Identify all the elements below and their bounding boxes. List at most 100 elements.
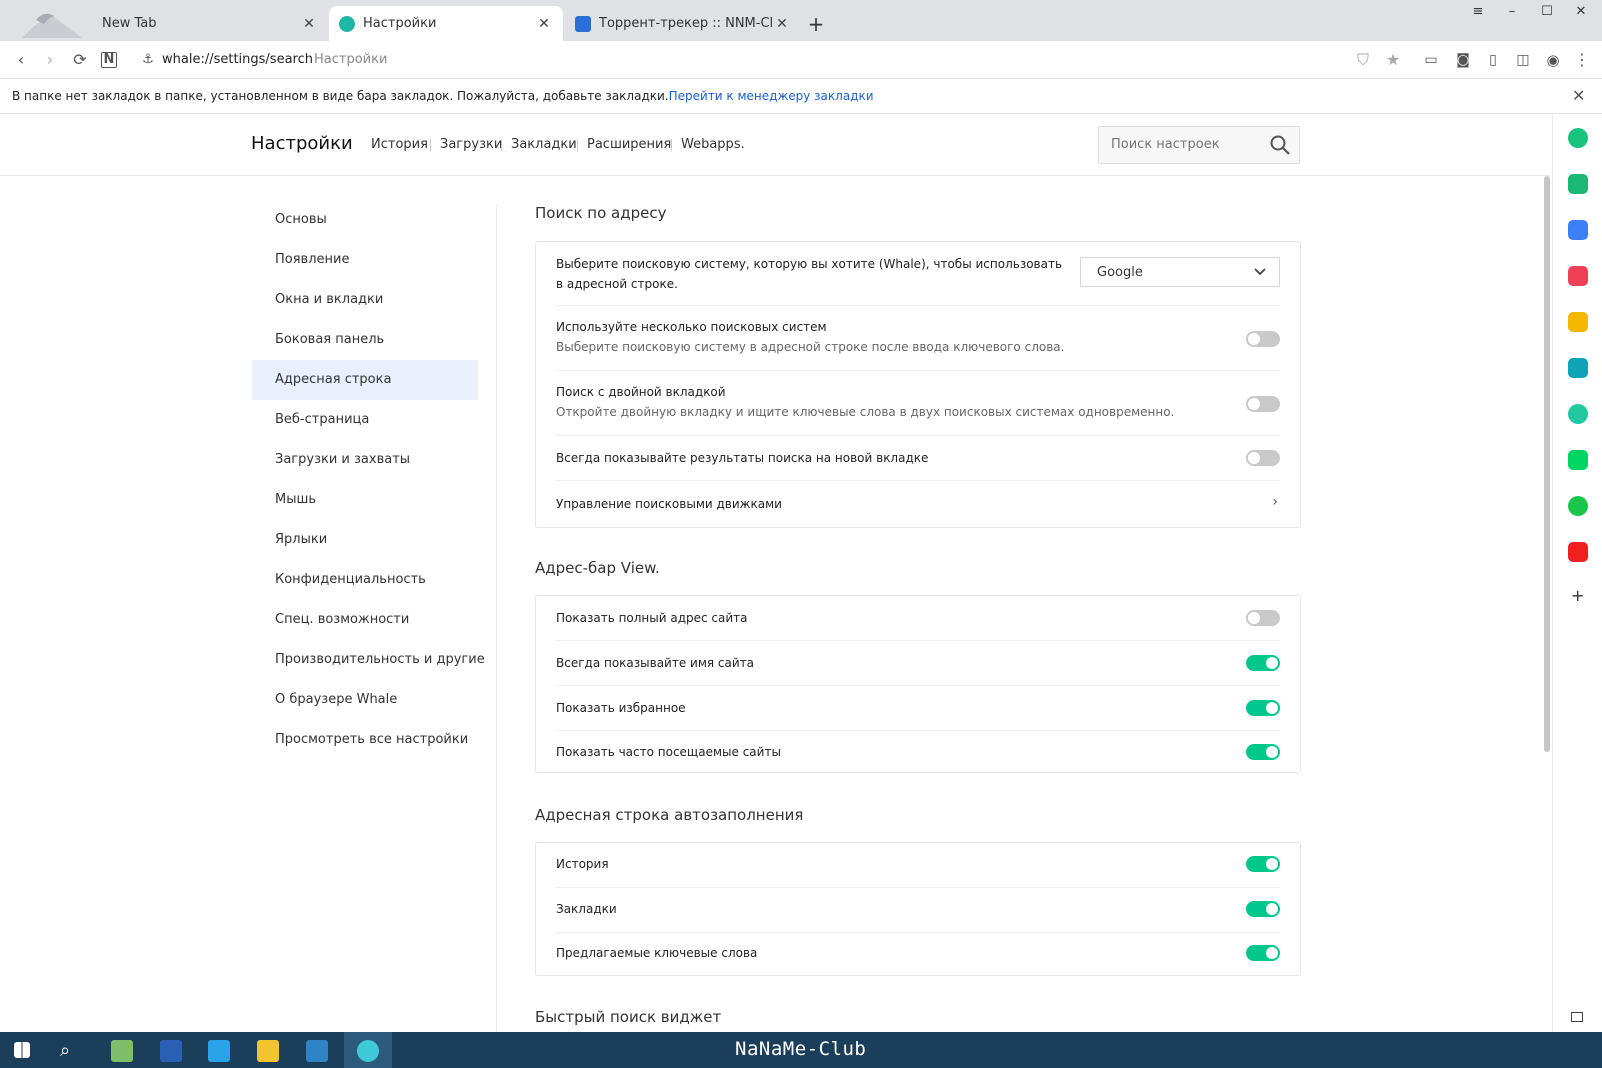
- autocomplete-history-toggle[interactable]: [1246, 856, 1280, 872]
- naver-home-icon[interactable]: N: [101, 52, 117, 68]
- header-separator: [671, 139, 672, 151]
- url-text[interactable]: whale://settings/search: [162, 52, 313, 67]
- notepad-app-icon[interactable]: [111, 1040, 133, 1062]
- header-link-webapps[interactable]: Webapps.: [681, 137, 745, 152]
- show-full-url-label: Показать полный адрес сайта: [556, 611, 748, 625]
- autocomplete-keywords-toggle[interactable]: [1246, 945, 1280, 961]
- maximize-button[interactable]: ☐: [1537, 4, 1557, 19]
- watermark-brand: NaNaMe-Club: [735, 1038, 867, 1060]
- file-explorer-icon[interactable]: [257, 1040, 279, 1062]
- search-icon[interactable]: ⌕: [60, 1040, 82, 1062]
- whale-browser-logo-icon: [357, 1040, 379, 1062]
- sidebar-item-about-whale[interactable]: О браузере Whale: [252, 680, 478, 720]
- bookmark-notice-message: В папке нет закладок в папке, установлен…: [12, 89, 669, 103]
- show-frequent-sites-label: Показать часто посещаемые сайты: [556, 745, 781, 759]
- show-full-url-toggle[interactable]: [1246, 610, 1280, 626]
- green-dot-app-icon[interactable]: [1568, 128, 1588, 148]
- close-icon[interactable]: ✕: [535, 16, 553, 32]
- sidebar-item-accessibility[interactable]: Спец. возможности: [252, 600, 478, 640]
- show-favorites-toggle[interactable]: [1246, 700, 1280, 716]
- add-app-icon[interactable]: +: [1571, 586, 1584, 605]
- notification-bell-app-icon[interactable]: [1568, 174, 1588, 194]
- sidebar-item-side-panel[interactable]: Боковая панель: [252, 320, 478, 360]
- sidebar-item-privacy[interactable]: Конфиденциальность: [252, 560, 478, 600]
- tab-title: New Tab: [102, 16, 157, 31]
- whale-logo-icon: [339, 15, 355, 32]
- minimize-button[interactable]: –: [1502, 4, 1522, 19]
- show-frequent-sites-row: Показать часто посещаемые сайты: [556, 731, 1280, 774]
- shield-icon[interactable]: ⛉: [1353, 50, 1373, 70]
- sidebar-item-basics[interactable]: Основы: [252, 200, 478, 240]
- forward-icon[interactable]: ›: [40, 50, 60, 70]
- webtoon-app-icon[interactable]: [1568, 450, 1588, 470]
- briefcase-app-icon[interactable]: [1568, 220, 1588, 240]
- more-menu-icon[interactable]: ⋮: [1572, 50, 1592, 70]
- search-engine-dropdown[interactable]: Google: [1080, 257, 1280, 287]
- engine-select-label: Выберите поисковую систему, которую вы х…: [556, 257, 1063, 291]
- close-icon[interactable]: ✕: [1572, 86, 1585, 105]
- sidebar-toggle-icon[interactable]: ◫: [1513, 50, 1533, 70]
- header-link-downloads[interactable]: Загрузки: [440, 137, 502, 152]
- settings-search-input[interactable]: [1111, 137, 1261, 152]
- reader-icon[interactable]: ▯: [1483, 50, 1503, 70]
- sidebar-item-address-bar[interactable]: Адресная строка: [252, 360, 478, 400]
- sidebar-item-web-page[interactable]: Веб-страница: [252, 400, 478, 440]
- new-tab-button[interactable]: +: [806, 12, 826, 36]
- tab-settings[interactable]: Настройки ✕: [329, 6, 563, 41]
- autocomplete-history-row: История: [556, 843, 1280, 888]
- sidebar-item-windows-tabs[interactable]: Окна и вкладки: [252, 280, 478, 320]
- autocomplete-keywords-row: Предлагаемые ключевые слова: [556, 933, 1280, 975]
- sidebar-item-appearance[interactable]: Появление: [252, 240, 478, 280]
- show-frequent-sites-toggle[interactable]: [1246, 744, 1280, 760]
- dual-tab-search-toggle[interactable]: [1246, 396, 1280, 412]
- sidebar-item-mouse[interactable]: Мышь: [252, 480, 478, 520]
- video-icon[interactable]: ▭: [1421, 50, 1441, 70]
- header-link-extensions[interactable]: Расширения: [587, 137, 671, 152]
- results-new-tab-label: Всегда показывайте результаты поиска на …: [556, 451, 929, 465]
- play-app-icon[interactable]: [1568, 404, 1588, 424]
- multi-engine-description: Выберите поисковую систему в адресной ст…: [556, 340, 1065, 354]
- close-icon[interactable]: ✕: [773, 16, 791, 32]
- show-site-name-toggle[interactable]: [1246, 655, 1280, 671]
- store-app-icon[interactable]: [306, 1040, 328, 1062]
- header-link-history[interactable]: История: [371, 137, 428, 152]
- word-app-icon[interactable]: [160, 1040, 182, 1062]
- page-scrollbar[interactable]: [1544, 176, 1550, 752]
- sidebar-item-shortcuts[interactable]: Ярлыки: [252, 520, 478, 560]
- back-icon[interactable]: ‹: [11, 50, 31, 70]
- tab-new-tab[interactable]: New Tab ✕: [92, 6, 328, 41]
- tab-nnm-club[interactable]: Торрент-трекер :: NNM-Club ✕: [565, 6, 801, 41]
- camera-icon[interactable]: ◙: [1453, 50, 1473, 70]
- sidebar-item-all-settings[interactable]: Просмотреть все настройки: [252, 720, 478, 760]
- profile-icon[interactable]: ◉: [1543, 50, 1563, 70]
- reload-icon[interactable]: ⟳: [70, 50, 90, 70]
- show-site-name-label: Всегда показывайте имя сайта: [556, 656, 755, 670]
- now-app-icon[interactable]: [1568, 542, 1588, 562]
- sidebar-item-performance[interactable]: Производительность и другие: [252, 640, 485, 680]
- star-icon[interactable]: ★: [1383, 50, 1403, 70]
- close-icon[interactable]: ✕: [300, 16, 318, 32]
- sidebar-collapse-icon[interactable]: [1571, 1012, 1583, 1022]
- whale-tool-app-icon[interactable]: [208, 1040, 230, 1062]
- windows-taskbar: ⌕ NaNaMe-Club: [0, 1032, 1602, 1068]
- star-app-icon[interactable]: [1568, 312, 1588, 332]
- bookmark-manager-link[interactable]: Перейти к менеджеру закладки: [669, 89, 874, 103]
- header-link-bookmarks[interactable]: Закладки: [511, 137, 577, 152]
- tab-title: Настройки: [363, 16, 437, 31]
- search-icon[interactable]: [1269, 134, 1291, 156]
- window-close-button[interactable]: ✕: [1571, 4, 1591, 19]
- green-square-app-icon[interactable]: [1568, 496, 1588, 516]
- show-site-name-row: Всегда показывайте имя сайта: [556, 641, 1280, 686]
- translate-app-icon[interactable]: [1568, 358, 1588, 378]
- tab-list-menu-icon[interactable]: ≡: [1468, 4, 1488, 19]
- autocomplete-bookmarks-toggle[interactable]: [1246, 901, 1280, 917]
- windows-start-icon[interactable]: [14, 1042, 30, 1058]
- sidebar-item-downloads-captures[interactable]: Загрузки и захваты: [252, 440, 478, 480]
- pocket-app-icon[interactable]: [1568, 266, 1588, 286]
- multi-engine-toggle[interactable]: [1246, 331, 1280, 347]
- engine-select-row: Выберите поисковую систему, которую вы х…: [556, 242, 1280, 306]
- autocomplete-keywords-label: Предлагаемые ключевые слова: [556, 946, 758, 960]
- results-new-tab-toggle[interactable]: [1246, 450, 1280, 466]
- manage-engines-row[interactable]: Управление поисковыми движками ›: [556, 481, 1280, 527]
- site-info-icon[interactable]: ⚓: [138, 50, 158, 70]
